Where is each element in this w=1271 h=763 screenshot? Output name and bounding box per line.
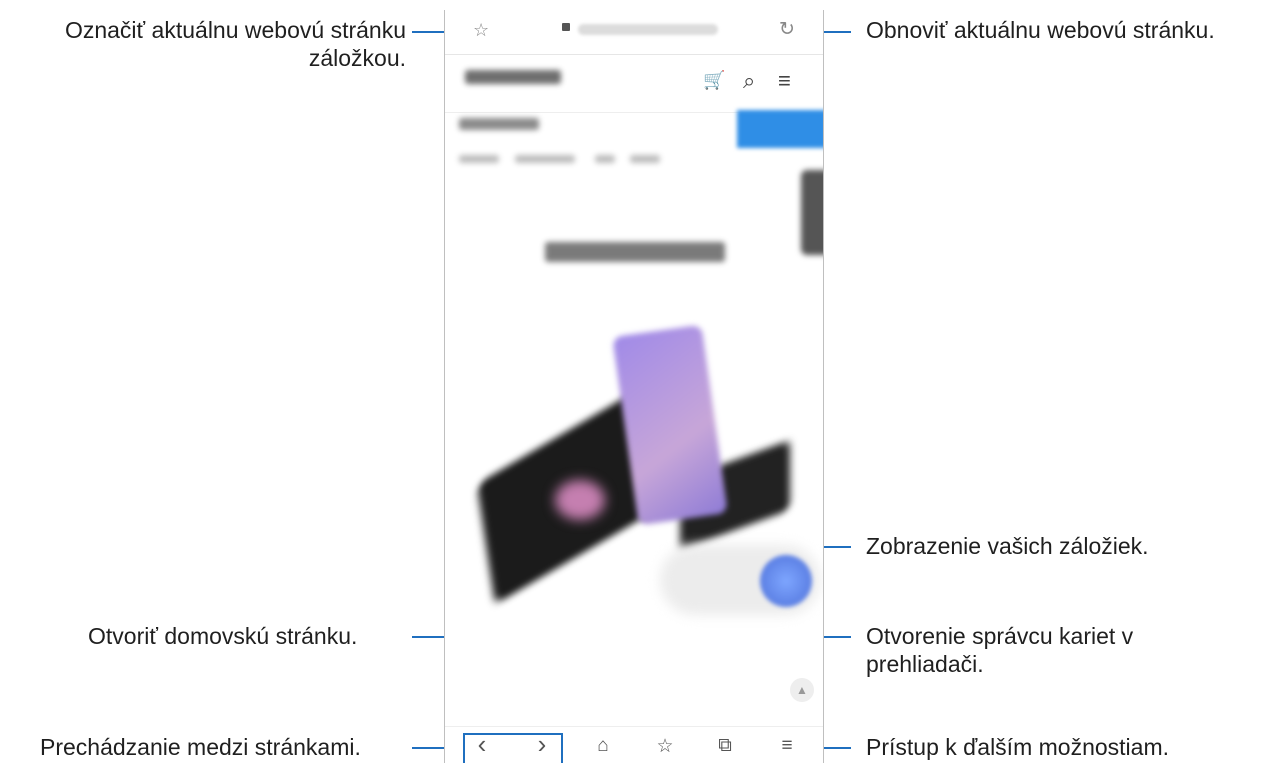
blurred-button[interactable]: [737, 110, 823, 148]
tabs-icon[interactable]: ⧉: [710, 735, 740, 757]
blurred-tab: [515, 155, 575, 163]
callout-more-options: Prístup k ďalším možnostiam.: [866, 734, 1169, 760]
back-icon[interactable]: ‹: [467, 729, 497, 760]
search-icon[interactable]: ⌕: [743, 68, 755, 94]
address-bar: ☆ ↻: [445, 10, 823, 55]
url-field[interactable]: [578, 24, 718, 35]
lock-icon: [562, 23, 570, 31]
more-options-icon[interactable]: ≡: [772, 735, 802, 757]
callout-tab-manager: Otvorenie správcu kariet v prehliadači.: [866, 623, 1134, 677]
product-image: [555, 480, 605, 520]
blurred-heading: [459, 118, 539, 130]
bookmark-star-icon[interactable]: ☆: [473, 20, 489, 41]
cart-icon[interactable]: 🛒: [703, 70, 725, 91]
blurred-tab: [595, 155, 615, 163]
blurred-tab: [630, 155, 660, 163]
menu-icon[interactable]: ≡: [778, 68, 791, 94]
callout-bookmark-page: Označiť aktuálnu webovú stránku záložkou…: [64, 17, 406, 71]
browser-screen: ☆ ↻ 🛒 ⌕ ≡ ▲ ‹ › ⌂ ☆ ⧉ ≡: [444, 10, 824, 763]
forward-icon[interactable]: ›: [527, 729, 557, 760]
home-icon[interactable]: ⌂: [588, 735, 618, 757]
callout-view-bookmarks: Zobrazenie vašich záložiek.: [866, 533, 1149, 559]
callout-navigate-pages: Prechádzanie medzi stránkami.: [40, 734, 361, 760]
blurred-tab: [459, 155, 499, 163]
callout-refresh-page: Obnoviť aktuálnu webovú stránku.: [866, 17, 1215, 43]
callout-open-home: Otvoriť domovskú stránku.: [88, 623, 358, 649]
floating-action-button[interactable]: [760, 555, 812, 607]
site-logo: [465, 70, 561, 84]
blurred-title: [545, 242, 725, 262]
bookmarks-list-icon[interactable]: ☆: [650, 735, 680, 758]
site-header: [445, 60, 823, 113]
side-panel: [801, 170, 823, 255]
browser-toolbar: ‹ › ⌂ ☆ ⧉ ≡: [445, 726, 823, 763]
scroll-top-icon[interactable]: ▲: [790, 678, 814, 702]
reload-icon[interactable]: ↻: [779, 18, 795, 41]
